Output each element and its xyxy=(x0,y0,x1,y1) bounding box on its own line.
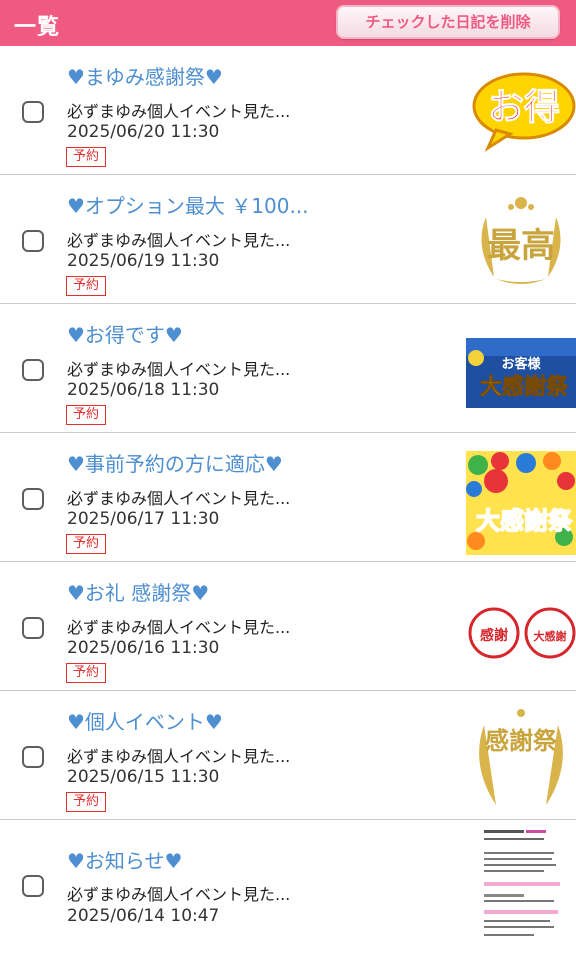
thumb-text: 感謝祭 xyxy=(485,727,558,755)
select-checkbox[interactable] xyxy=(22,101,44,123)
diary-list: ♥まゆみ感謝祭♥ 必ずまゆみ個人イベント見た... 2025/06/20 11:… xyxy=(0,46,576,949)
reserved-badge: 予約 xyxy=(66,405,107,425)
select-checkbox[interactable] xyxy=(22,746,44,768)
reserved-badge: 予約 xyxy=(66,663,107,683)
reserved-badge: 予約 xyxy=(66,276,107,296)
otoku-badge-image[interactable]: お得 xyxy=(466,56,576,166)
reserved-badge: 予約 xyxy=(66,534,107,554)
entry-preview: 必ずまゆみ個人イベント見た... xyxy=(67,360,291,379)
entry-preview: 必ずまゆみ個人イベント見た... xyxy=(67,885,291,904)
header-bar: 一覧 チェックした日記を削除 xyxy=(0,0,576,46)
entry-date: 2025/06/19 11:30 xyxy=(67,251,220,271)
thumb-text: 大感謝祭 xyxy=(476,507,573,535)
select-checkbox[interactable] xyxy=(22,875,44,897)
list-item[interactable]: ♥お知らせ♥ 必ずまゆみ個人イベント見た... 2025/06/14 10:47 xyxy=(0,820,576,949)
kanshasai-laurel-image[interactable]: 感謝祭 xyxy=(466,705,576,817)
select-checkbox[interactable] xyxy=(22,359,44,381)
entry-title[interactable]: ♥お礼 感謝祭♥ xyxy=(67,577,209,606)
okyakusama-daikanshasai-banner[interactable]: お客様 大感謝祭 xyxy=(466,338,576,408)
entry-title[interactable]: ♥まゆみ感謝祭♥ xyxy=(67,61,223,90)
select-checkbox[interactable] xyxy=(22,230,44,252)
entry-date: 2025/06/18 11:30 xyxy=(67,380,220,400)
list-item[interactable]: ♥オプション最大 ￥100... 必ずまゆみ個人イベント見た... 2025/0… xyxy=(0,175,576,304)
entry-title[interactable]: ♥お知らせ♥ xyxy=(67,845,182,874)
entry-date: 2025/06/14 10:47 xyxy=(67,906,220,926)
list-item[interactable]: ♥お礼 感謝祭♥ 必ずまゆみ個人イベント見た... 2025/06/16 11:… xyxy=(0,562,576,691)
thumb-text: お得 xyxy=(488,87,560,128)
kansha-stamps-image[interactable]: 感謝 大感謝 xyxy=(466,600,576,666)
entry-preview: 必ずまゆみ個人イベント見た... xyxy=(67,489,291,508)
entry-title[interactable]: ♥お得です♥ xyxy=(67,319,183,348)
text-flyer-image[interactable] xyxy=(466,826,576,944)
entry-date: 2025/06/15 11:30 xyxy=(67,767,220,787)
entry-title[interactable]: ♥事前予約の方に適応♥ xyxy=(67,448,283,477)
thumb-text: 最高 xyxy=(487,226,555,266)
reserved-badge: 予約 xyxy=(66,792,107,812)
entry-title[interactable]: ♥オプション最大 ￥100... xyxy=(67,190,309,219)
saikou-laurel-image[interactable]: 最高 xyxy=(466,187,576,297)
entry-preview: 必ずまゆみ個人イベント見た... xyxy=(67,618,291,637)
list-item[interactable]: ♥個人イベント♥ 必ずまゆみ個人イベント見た... 2025/06/15 11:… xyxy=(0,691,576,820)
entry-date: 2025/06/20 11:30 xyxy=(67,122,220,142)
reserved-badge: 予約 xyxy=(66,147,107,167)
thumb-text: 感謝 xyxy=(480,627,508,644)
list-item[interactable]: ♥まゆみ感謝祭♥ 必ずまゆみ個人イベント見た... 2025/06/20 11:… xyxy=(0,46,576,175)
thumb-text-2: 大感謝 xyxy=(534,629,567,643)
select-checkbox[interactable] xyxy=(22,488,44,510)
entry-preview: 必ずまゆみ個人イベント見た... xyxy=(67,747,291,766)
thumb-text: 大感謝祭 xyxy=(480,374,569,400)
thumb-text-small: お客様 xyxy=(501,356,541,372)
entry-date: 2025/06/17 11:30 xyxy=(67,509,220,529)
list-item[interactable]: ♥事前予約の方に適応♥ 必ずまゆみ個人イベント見た... 2025/06/17 … xyxy=(0,433,576,562)
select-checkbox[interactable] xyxy=(22,617,44,639)
delete-checked-button[interactable]: チェックした日記を削除 xyxy=(336,5,560,39)
entry-date: 2025/06/16 11:30 xyxy=(67,638,220,658)
list-item[interactable]: ♥お得です♥ 必ずまゆみ個人イベント見た... 2025/06/18 11:30… xyxy=(0,304,576,433)
entry-preview: 必ずまゆみ個人イベント見た... xyxy=(67,102,291,121)
entry-preview: 必ずまゆみ個人イベント見た... xyxy=(67,231,291,250)
entry-title[interactable]: ♥個人イベント♥ xyxy=(67,706,223,735)
page-title: 一覧 xyxy=(14,15,61,40)
balloons-daikanshasai-image[interactable]: 大感謝祭 xyxy=(466,451,576,555)
